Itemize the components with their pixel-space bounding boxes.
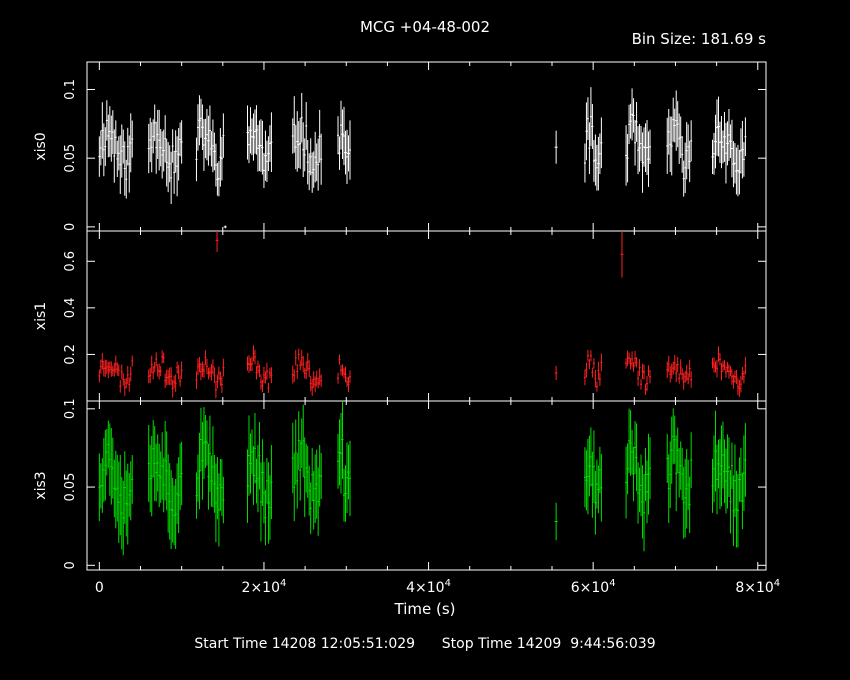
series-xis3 — [98, 401, 747, 556]
y-tick-label: 0.1 — [63, 79, 78, 100]
panel-frame — [86, 400, 767, 571]
x-tick-label: 2×104 — [242, 578, 287, 596]
panel-xis1: 0.2 0.4 0.6 xis1 — [33, 230, 767, 402]
y-axis-label: xis3 — [33, 471, 49, 499]
panel-frame — [86, 230, 767, 402]
x-tick-label: 4×104 — [406, 578, 451, 596]
y-tick-label: 0.05 — [63, 144, 78, 173]
y-tick-label: 0 — [63, 561, 78, 569]
y-axis-label: xis1 — [33, 302, 49, 330]
x-tick-label: 0 — [95, 580, 104, 596]
x-tick-label: 6×104 — [571, 578, 616, 596]
stop-time: Stop Time 14209 9:44:56:039 — [441, 636, 656, 652]
y-tick-label: 0.1 — [63, 398, 78, 419]
x-tick-label: 8×104 — [735, 578, 780, 596]
panel-xis3: 0 0.05 0.1 xis3 — [33, 398, 767, 571]
y-tick-label: 0.6 — [63, 251, 78, 272]
panel-frame — [86, 61, 767, 232]
y-tick-label: 0.05 — [63, 473, 78, 502]
x-axis-label: Time (s) — [394, 600, 456, 618]
y-tick-label: 0 — [63, 223, 78, 231]
y-tick-label: 0.4 — [63, 298, 78, 319]
y-axis-label: xis0 — [33, 132, 49, 160]
plot-panels: 0 0.05 0.1 xis0 0.2 0.4 0.6 xis1 0 0.05 0.1 xis3 0 2×… — [33, 61, 780, 596]
light-curve-chart: MCG +04-48-002 Bin Size: 181.69 s Time (… — [33, 18, 780, 618]
series-xis0 — [98, 87, 747, 229]
x-tick-labels: 0 2×104 4×104 6×104 8×104 — [95, 578, 780, 596]
start-time: Start Time 14208 12:05:51:029 — [194, 636, 416, 652]
time-range-footer: Start Time 14208 12:05:51:029 Stop Time … — [0, 636, 850, 652]
panel-xis0: 0 0.05 0.1 xis0 — [33, 61, 767, 232]
y-tick-label: 0.2 — [63, 344, 78, 365]
series-xis1 — [98, 231, 747, 399]
bin-size-label: Bin Size: 181.69 s — [632, 30, 767, 48]
chart-title: MCG +04-48-002 — [360, 18, 490, 36]
